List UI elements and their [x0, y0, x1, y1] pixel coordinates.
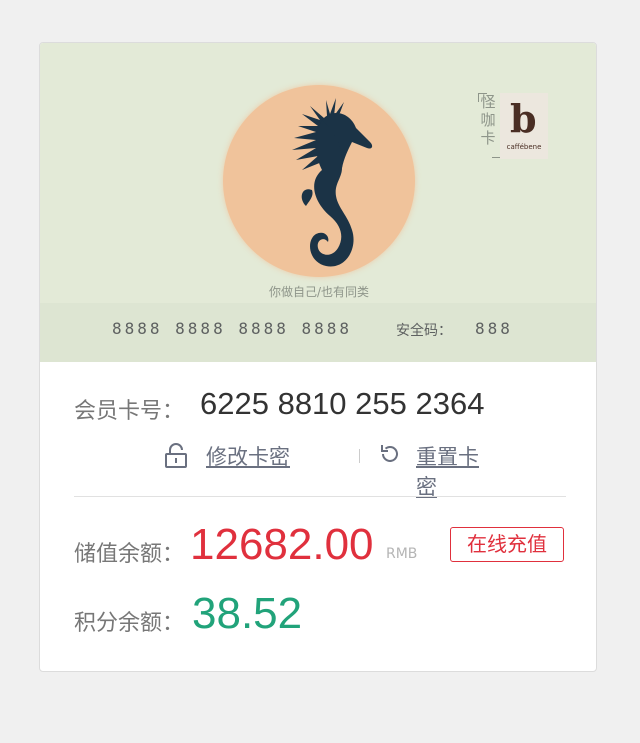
balance-value: 12682.00 [190, 520, 374, 569]
card-brand-name: 怪咖卡 [480, 93, 496, 147]
lock-icon [165, 443, 187, 468]
security-code-value: 888 [475, 319, 513, 338]
logo-letter: b [510, 96, 537, 141]
refresh-icon [381, 445, 398, 462]
card-face-number: 8888 8888 8888 8888 [112, 319, 353, 338]
reset-pin-link[interactable]: 重置卡密 [416, 441, 484, 501]
card-slogan: 你做自己/也有同类 [268, 285, 370, 299]
caffebene-logo: b caffébene [500, 93, 548, 159]
recharge-button[interactable]: 在线充值 [450, 527, 564, 562]
points-label: 积分余额： [74, 611, 185, 636]
member-number-value: 6225 8810 255 2364 [200, 386, 485, 421]
action-divider [359, 449, 360, 463]
card-image: 你做自己/也有同类 怪咖卡 b caffébene 8888 8888 8888… [40, 43, 596, 362]
seahorse-icon [292, 98, 373, 267]
member-number-label: 会员卡号： [74, 399, 185, 424]
points-value: 38.52 [192, 589, 303, 638]
balance-label: 储值余额： [74, 542, 185, 567]
pin-actions: 修改卡密 重置卡密 [164, 441, 484, 499]
balance-unit: RMB [386, 546, 418, 562]
security-code-label: 安全码： [396, 323, 452, 339]
change-pin-link[interactable]: 修改卡密 [206, 441, 290, 471]
section-divider [74, 496, 566, 497]
member-card-panel: 你做自己/也有同类 怪咖卡 b caffébene 8888 8888 8888… [39, 42, 597, 672]
logo-caption: caffébene [506, 143, 542, 151]
